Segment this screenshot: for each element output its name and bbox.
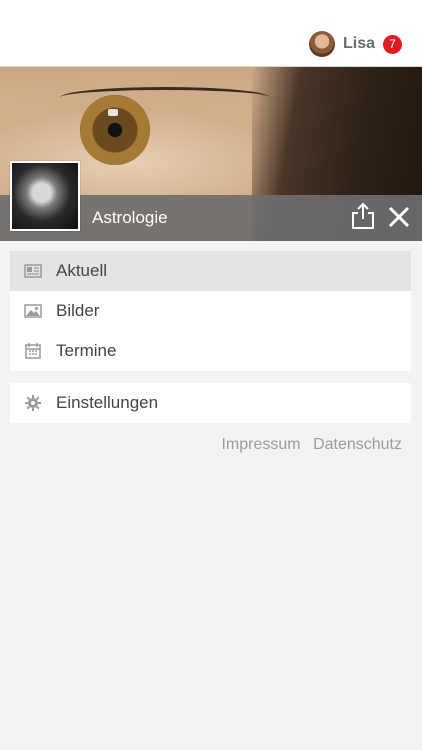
cover-image-iris [80, 95, 150, 165]
news-icon [24, 263, 42, 279]
cover-image-glint [108, 109, 118, 116]
notification-badge[interactable]: 7 [383, 34, 402, 54]
gear-icon [24, 395, 42, 411]
close-icon [388, 206, 410, 228]
share-button[interactable] [350, 202, 376, 230]
menu-item-label: Bilder [56, 301, 100, 320]
menu-item-label: Termine [56, 341, 117, 360]
menu-item-label: Aktuell [56, 261, 108, 280]
user-profile[interactable]: Lisa 7 [308, 30, 402, 58]
navigation-menu: Aktuell Bilder Termine [10, 251, 411, 371]
user-name[interactable]: Lisa [343, 35, 375, 53]
group-title: Astrologie [92, 208, 168, 227]
calendar-icon [24, 343, 42, 359]
close-button[interactable] [386, 204, 412, 230]
footer-links: Impressum Datenschutz [213, 436, 402, 454]
menu-item-label: Einstellungen [56, 393, 159, 412]
menu-item-bilder[interactable]: Bilder [10, 291, 411, 331]
menu-item-aktuell[interactable]: Aktuell [10, 251, 411, 291]
top-bar: Lisa 7 [0, 0, 422, 67]
share-icon [352, 202, 374, 229]
menu-item-einstellungen[interactable]: Einstellungen [10, 383, 411, 423]
group-thumbnail[interactable] [10, 161, 80, 231]
settings-menu: Einstellungen [10, 383, 411, 423]
menu-item-termine[interactable]: Termine [10, 331, 411, 371]
datenschutz-link[interactable]: Datenschutz [313, 436, 402, 453]
impressum-link[interactable]: Impressum [221, 436, 300, 453]
image-icon [24, 303, 42, 319]
user-avatar[interactable] [308, 31, 335, 57]
